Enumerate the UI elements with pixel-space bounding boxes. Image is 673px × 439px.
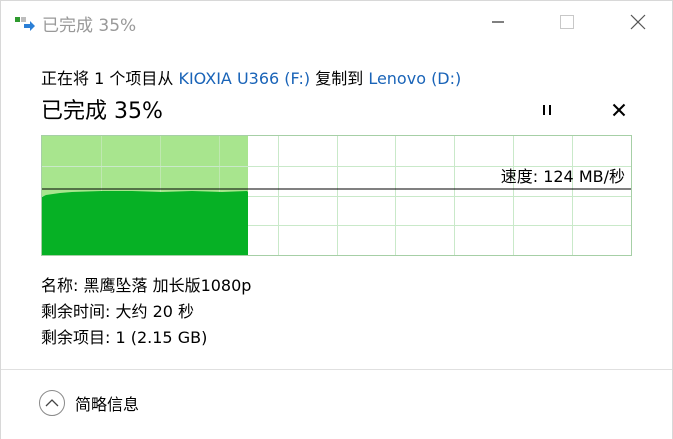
chevron-up-icon: [39, 390, 65, 416]
maximize-button[interactable]: [542, 1, 592, 43]
minimize-icon: [492, 21, 504, 23]
speed-graph-canvas: [42, 136, 631, 255]
destination-link[interactable]: Lenovo (D:): [368, 69, 461, 88]
pause-button[interactable]: [534, 97, 560, 123]
copy-description-prefix: 正在将 1 个项目从: [41, 69, 179, 88]
copy-dialog: 已完成 35% 正在将 1 个项目从 KIOXIA U366 (F:) 复制到 …: [0, 0, 673, 439]
speed-label: 速度: 124 MB/秒: [500, 167, 625, 186]
details-panel: 名称: 黑鹰坠落 加长版1080p 剩余时间: 大约 20 秒 剩余项目: 1 …: [41, 273, 251, 351]
pause-icon: [543, 105, 551, 115]
window-title: 已完成 35%: [42, 16, 137, 36]
minimize-button[interactable]: [473, 1, 523, 43]
fewer-details-label: 简略信息: [75, 395, 140, 414]
copy-icon: [15, 15, 35, 33]
close-icon: [630, 14, 646, 30]
items-remaining: 剩余项目: 1 (2.15 GB): [41, 328, 208, 347]
copy-description: 正在将 1 个项目从 KIOXIA U366 (F:) 复制到 Lenovo (…: [41, 65, 461, 89]
copy-description-middle: 复制到: [310, 69, 369, 88]
speed-area: [42, 191, 248, 255]
maximize-icon: [560, 15, 574, 29]
stop-button[interactable]: [606, 97, 632, 123]
file-name: 名称: 黑鹰坠落 加长版1080p: [41, 276, 252, 295]
time-remaining: 剩余时间: 大约 20 秒: [41, 302, 195, 321]
transfer-speed-graph: 速度: 124 MB/秒: [41, 135, 632, 256]
footer: 简略信息: [1, 369, 672, 439]
progress-title: 已完成 35%: [41, 99, 163, 124]
title-bar[interactable]: 已完成 35%: [1, 1, 672, 43]
close-button[interactable]: [613, 1, 663, 43]
source-link[interactable]: KIOXIA U366 (F:): [178, 69, 310, 88]
fewer-details-button[interactable]: 简略信息: [39, 390, 139, 416]
stop-icon: [612, 103, 626, 117]
